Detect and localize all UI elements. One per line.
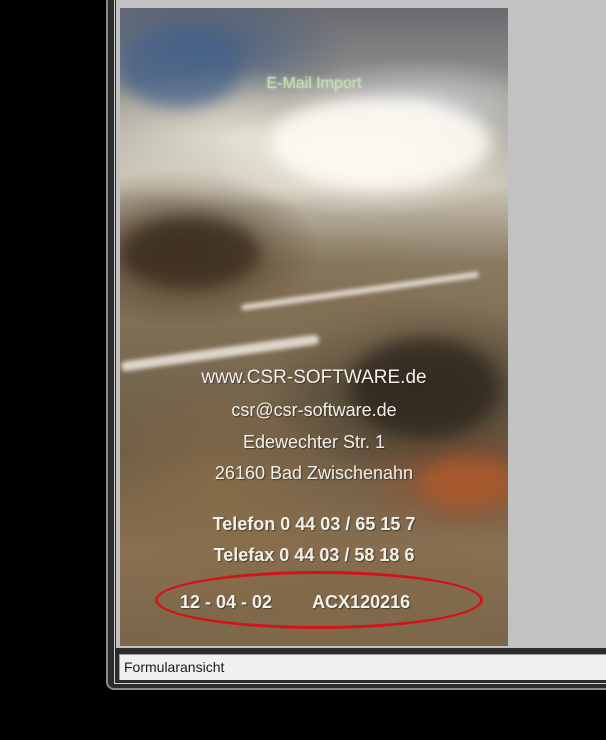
status-bar: Formularansicht [119, 654, 606, 680]
splash-blur-dark [120, 218, 260, 288]
splash-email: csr@csr-software.de [231, 400, 397, 420]
screen: E-Mail Import www.CSR-SOFTWARE.de csr@cs… [0, 0, 606, 740]
version-highlight-ellipse [155, 571, 483, 629]
splash-blur-light [270, 98, 490, 188]
splash-blur-blue [120, 28, 240, 108]
splash-website: www.CSR-SOFTWARE.de [201, 367, 427, 388]
splash-light-streak [240, 271, 480, 311]
splash-phone: Telefon 0 44 03 / 65 15 7 [212, 514, 416, 534]
splash-city: 26160 Bad Zwischenahn [214, 463, 414, 483]
status-bar-label: Formularansicht [124, 659, 225, 675]
splash-image: E-Mail Import www.CSR-SOFTWARE.de csr@cs… [120, 8, 508, 646]
splash-title: E-Mail Import [266, 75, 362, 92]
splash-fax: Telefax 0 44 03 / 58 18 6 [213, 545, 415, 565]
splash-street: Edewechter Str. 1 [242, 432, 386, 452]
